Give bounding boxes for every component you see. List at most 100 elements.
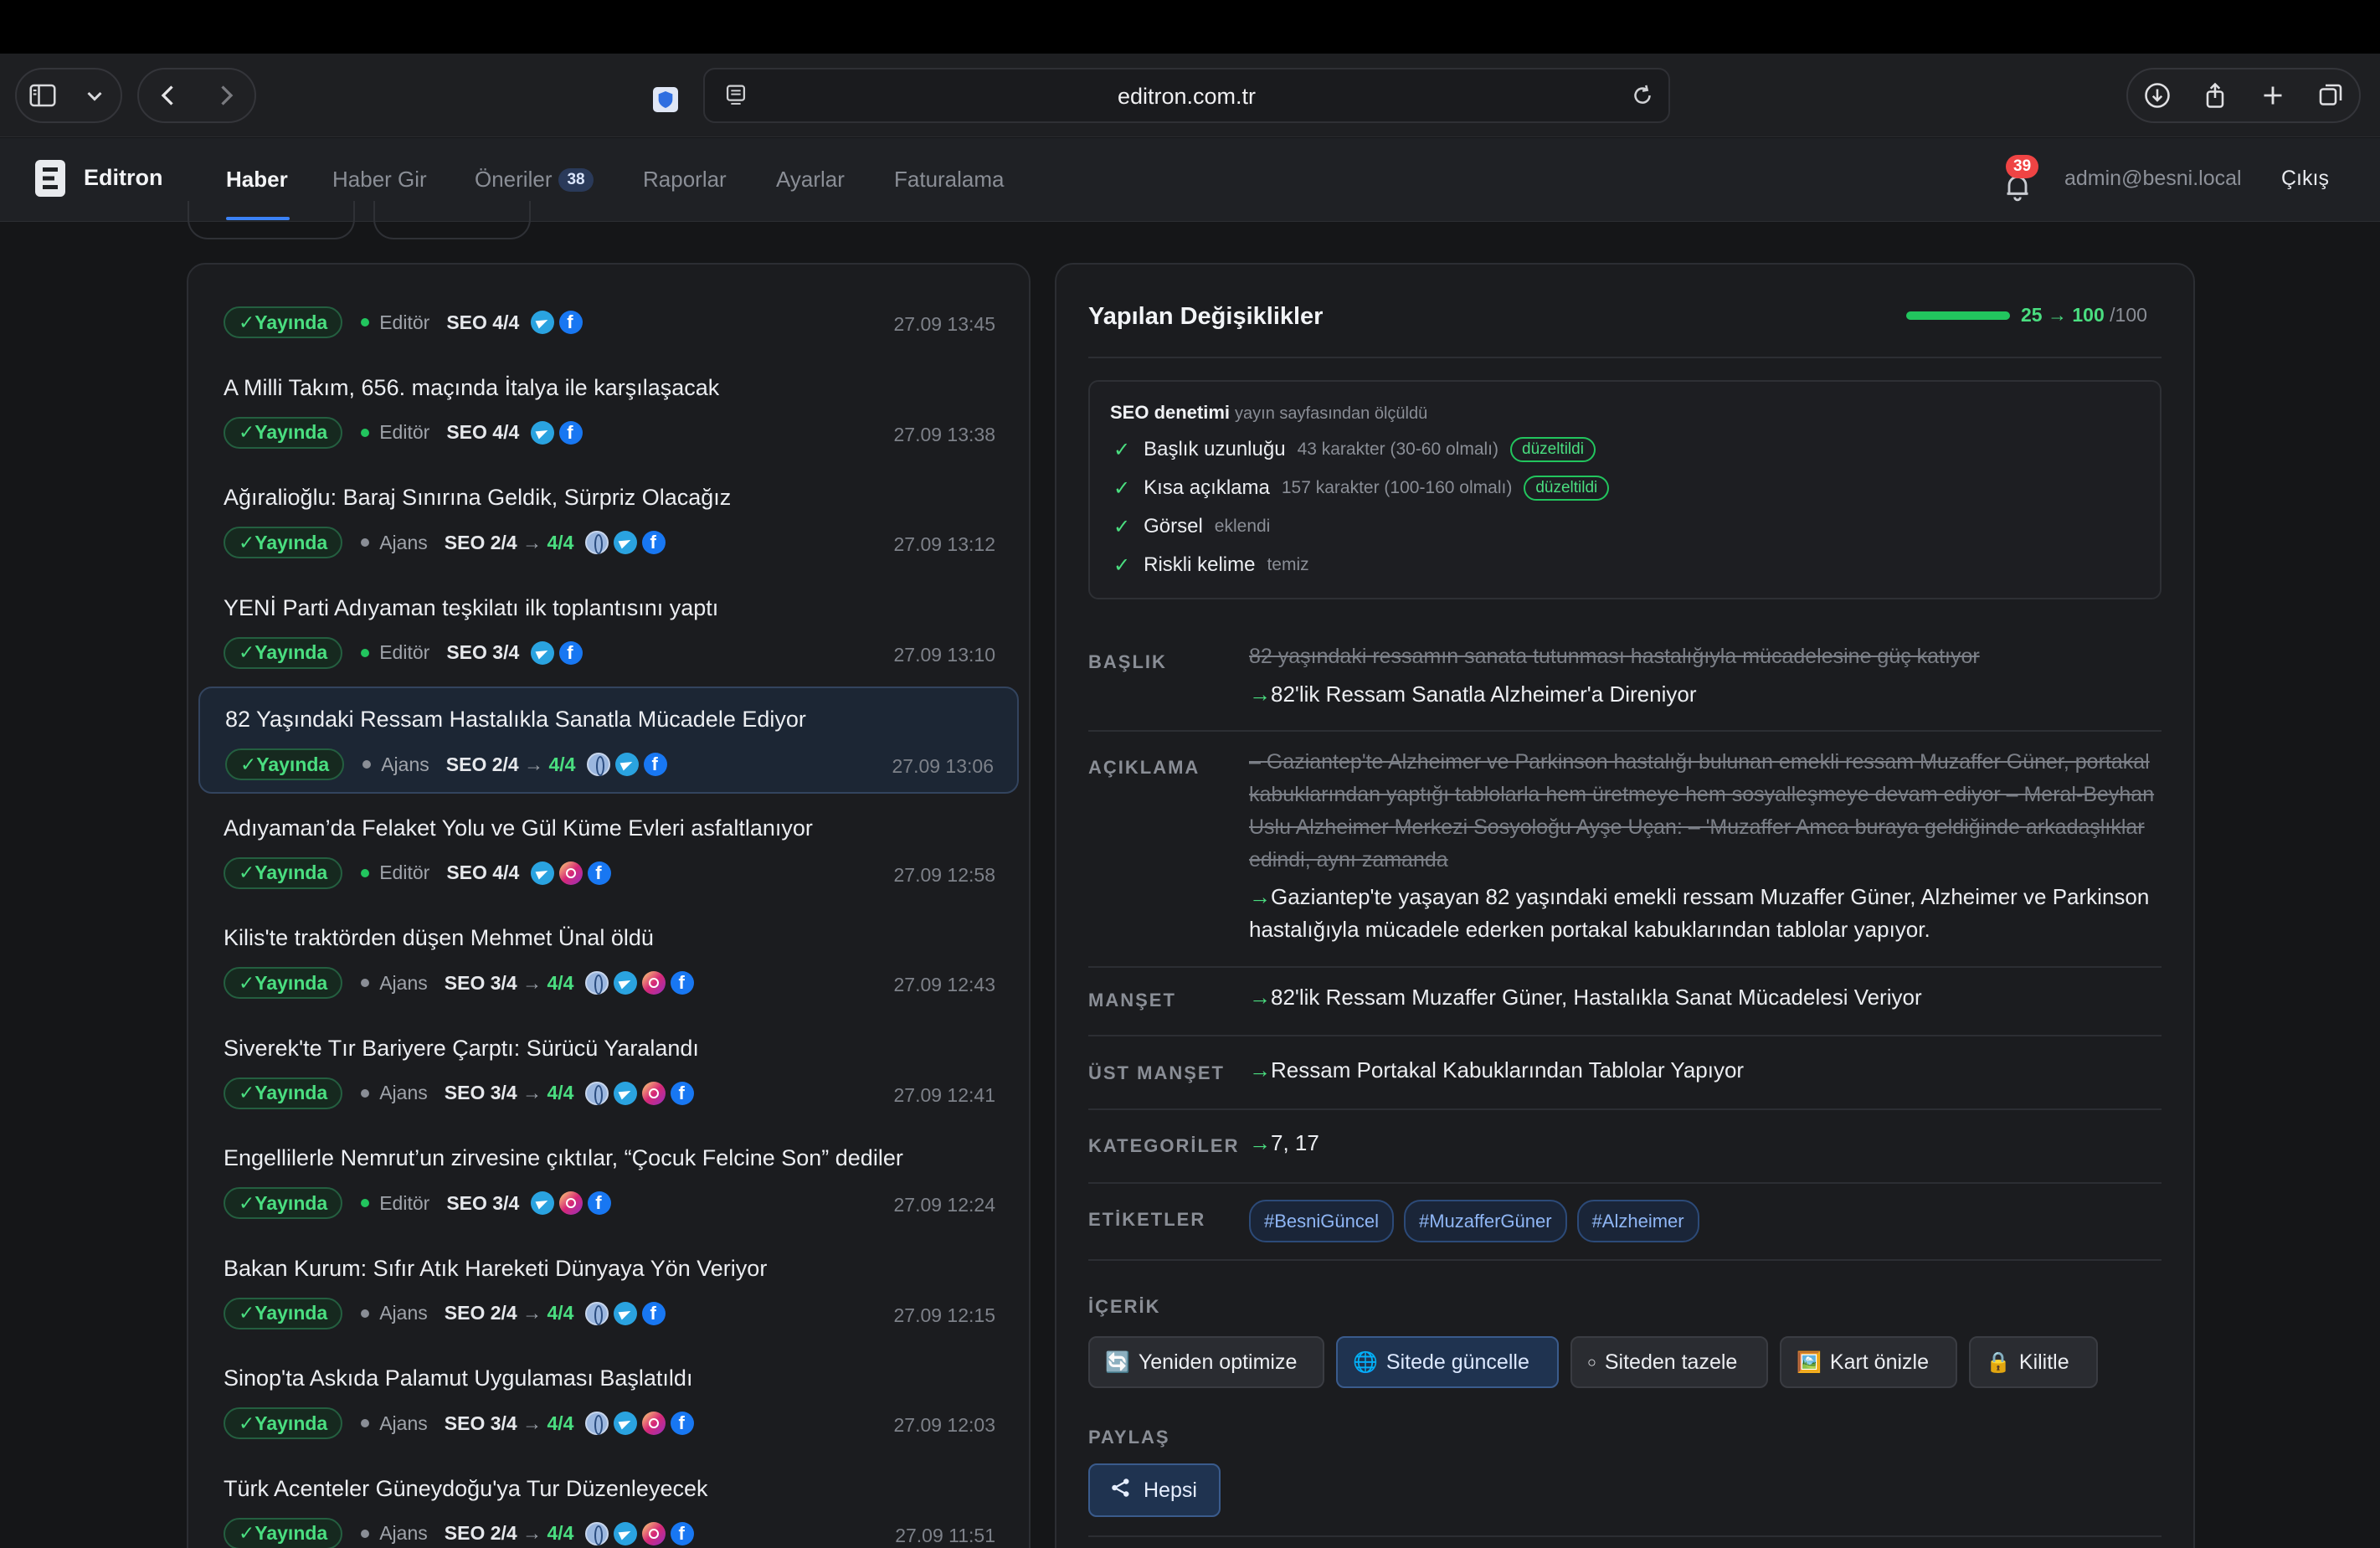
facebook-icon — [642, 531, 666, 554]
news-title: Bakan Kurum: Sıfır Atık Hareketi Dünyaya… — [224, 1255, 768, 1281]
lock-button[interactable]: 🔒 Kilitle — [1969, 1336, 2098, 1388]
web-globe-icon — [585, 531, 609, 554]
source-label: Editör — [379, 1191, 430, 1214]
share-all-label: Hepsi — [1144, 1478, 1197, 1502]
share-channel-icons — [531, 311, 583, 334]
news-title: Türk Acenteler Güneydoğu'ya Tur Düzenley… — [224, 1475, 708, 1501]
seo-score: SEO 3/4 — [446, 641, 519, 664]
news-row[interactable]: YENİ Parti Adıyaman teşkilatı ilk toplan… — [198, 577, 1019, 684]
seo-to: 4/4 — [547, 1302, 574, 1324]
news-row[interactable]: A Milli Takım, 656. maçında İtalya ile k… — [198, 357, 1019, 464]
seo-check-row: ✓ Başlık uzunluğu 43 karakter (30-60 olmal… — [1113, 435, 1596, 464]
seo-score: SEO 4/4 — [446, 421, 519, 444]
chevron-down-icon[interactable] — [71, 72, 118, 119]
nav-tab-haber-gir[interactable]: Haber Gir — [332, 167, 427, 193]
seo-to: SEO 4/4 — [446, 311, 520, 333]
seo-to: 4/4 — [547, 1082, 574, 1103]
instagram-icon — [642, 1081, 666, 1105]
share-all-button[interactable]: Hepsi — [1088, 1463, 1221, 1517]
source-dot-icon — [361, 1088, 370, 1098]
telegram-icon — [614, 1081, 638, 1105]
fixed-badge: düzeltildi — [1524, 476, 1610, 501]
telegram-icon — [614, 531, 638, 554]
nav-tab-faturalama[interactable]: Faturalama — [894, 167, 1005, 193]
sidebar-icon[interactable] — [19, 72, 66, 119]
update-site-button[interactable]: 🌐 Sitede güncelle — [1336, 1336, 1559, 1388]
changes-title: Yapılan Değişiklikler — [1088, 303, 1324, 330]
logout-link[interactable]: Çıkış — [2281, 167, 2329, 191]
nav-tab-ayarlar[interactable]: Ayarlar — [776, 167, 845, 193]
seo-score: SEO 2/4 → 4/4 — [445, 1522, 574, 1545]
news-title: YENİ Parti Adıyaman teşkilatı ilk toplan… — [224, 594, 719, 620]
seo-score: SEO 3/4 → 4/4 — [445, 1082, 574, 1104]
privacy-shield-icon[interactable] — [645, 79, 686, 121]
user-email: admin@besni.local — [2064, 167, 2242, 190]
seo-to: SEO 4/4 — [446, 421, 520, 443]
news-title: Engellilerle Nemrut’un zirvesine çıktıla… — [224, 1145, 903, 1170]
seo-audit-heading: SEO denetimi yayın sayfasından ölçüldü — [1110, 402, 1427, 424]
news-row[interactable]: Türk Acenteler Güneydoğu'ya Tur Düzenley… — [198, 1458, 1019, 1548]
nav-tab-raporlar[interactable]: Raporlar — [643, 167, 727, 193]
baslik-old-value: 82 yaşındaki ressamın sanata tutunması h… — [1249, 645, 1980, 668]
reload-icon[interactable] — [1628, 81, 1657, 114]
news-row[interactable]: Sinop'ta Askıda Palamut Uygulaması Başla… — [198, 1347, 1019, 1454]
filter-pill-stub[interactable] — [373, 201, 531, 239]
address-bar[interactable]: editron.com.tr — [703, 68, 1670, 123]
field-label-icerik: İÇERİK — [1088, 1296, 1161, 1317]
filter-pill-stub[interactable] — [188, 201, 355, 239]
seo-check-row: ✓ Riskli kelime temiz — [1113, 551, 1309, 579]
check-icon: ✓ — [1113, 515, 1131, 538]
share-channel-icons — [585, 1081, 695, 1105]
app-navbar: Editron Haber Haber Gir Öneriler 38 Rapor… — [0, 138, 2380, 222]
seo-from: SEO 2/4 — [444, 1302, 517, 1324]
refresh-site-button[interactable]: ○ Siteden tazele — [1570, 1336, 1768, 1388]
tag-chip[interactable]: #Alzheimer — [1576, 1200, 1699, 1242]
tag-chip[interactable]: #MuzafferGüner — [1403, 1200, 1567, 1242]
image-icon: 🖼️ — [1797, 1350, 1822, 1374]
news-meta: ✓Yayında Editör SEO 4/4 — [224, 306, 583, 339]
news-title: Sinop'ta Askıda Palamut Uygulaması Başla… — [224, 1365, 693, 1391]
circle-icon: ○ — [1587, 1353, 1596, 1371]
news-row[interactable]: Ağıralioğlu: Baraj Sınırına Geldik, Sürp… — [198, 466, 1019, 573]
nav-tab-oneriler[interactable]: Öneriler 38 — [475, 167, 594, 193]
brand-name: Editron — [84, 165, 163, 190]
history-nav-group — [137, 68, 256, 123]
sidebar-toggle-group[interactable] — [15, 68, 122, 123]
nav-tab-haber[interactable]: Haber — [226, 167, 288, 193]
seo-score: SEO 2/4 → 4/4 — [445, 1302, 574, 1324]
news-time: 27.09 13:38 — [893, 423, 995, 445]
download-icon[interactable] — [2134, 72, 2181, 119]
url-text: editron.com.tr — [1117, 84, 1257, 109]
news-row[interactable]: Engellilerle Nemrut’un zirvesine çıktıla… — [198, 1127, 1019, 1234]
aciklama-old-value: – Gaziantep'te Alzheimer ve Parkinson ha… — [1249, 750, 2155, 872]
news-meta: ✓Yayında Ajans SEO 2/4 → 4/4 — [225, 748, 668, 781]
nav-tab-oneriler-label: Öneriler — [475, 167, 553, 192]
field-label-kategoriler: KATEGORİLER — [1088, 1135, 1240, 1156]
status-badge: ✓Yayında — [224, 967, 343, 999]
forward-icon[interactable] — [203, 72, 249, 119]
new-tab-icon[interactable] — [2249, 72, 2296, 119]
share-icon[interactable] — [2192, 72, 2239, 119]
status-badge: ✓Yayında — [224, 636, 343, 669]
telegram-icon — [614, 1301, 638, 1325]
tag-chip[interactable]: #BesniGüncel — [1249, 1200, 1394, 1242]
news-row[interactable]: Bakan Kurum: Sıfır Atık Hareketi Dünyaya… — [198, 1237, 1019, 1345]
source-label: Editör — [379, 641, 430, 663]
reoptimize-label: Yeniden optimize — [1138, 1350, 1298, 1374]
instagram-icon — [559, 1191, 583, 1215]
card-preview-button[interactable]: 🖼️ Kart önizle — [1780, 1336, 1957, 1388]
status-badge: ✓Yayında — [224, 1187, 343, 1219]
source-label: Ajans — [379, 1082, 428, 1103]
aciklama-new-value: →Gaziantep'te yaşayan 82 yaşındaki emekl… — [1249, 881, 2162, 946]
news-row[interactable]: ✓Yayında Editör SEO 4/4 27.09 13:45 — [198, 265, 1019, 353]
field-label-baslik: BAŞLIK — [1088, 651, 1167, 672]
tabs-overview-icon[interactable] — [2307, 72, 2354, 119]
telegram-icon — [614, 1412, 638, 1435]
news-time: 27.09 13:12 — [893, 533, 995, 555]
news-row[interactable]: Kilis'te traktörden düşen Mehmet Ünal öl… — [198, 907, 1019, 1014]
news-row[interactable]: Adıyaman’da Felaket Yolu ve Gül Küme Evl… — [198, 797, 1019, 904]
back-icon[interactable] — [145, 72, 192, 119]
news-row[interactable]: 82 Yaşındaki Ressam Hastalıkla Sanatla M… — [198, 687, 1019, 794]
news-row[interactable]: Siverek'te Tır Bariyere Çarptı: Sürücü Y… — [198, 1017, 1019, 1124]
reoptimize-button[interactable]: 🔄 Yeniden optimize — [1088, 1336, 1324, 1388]
